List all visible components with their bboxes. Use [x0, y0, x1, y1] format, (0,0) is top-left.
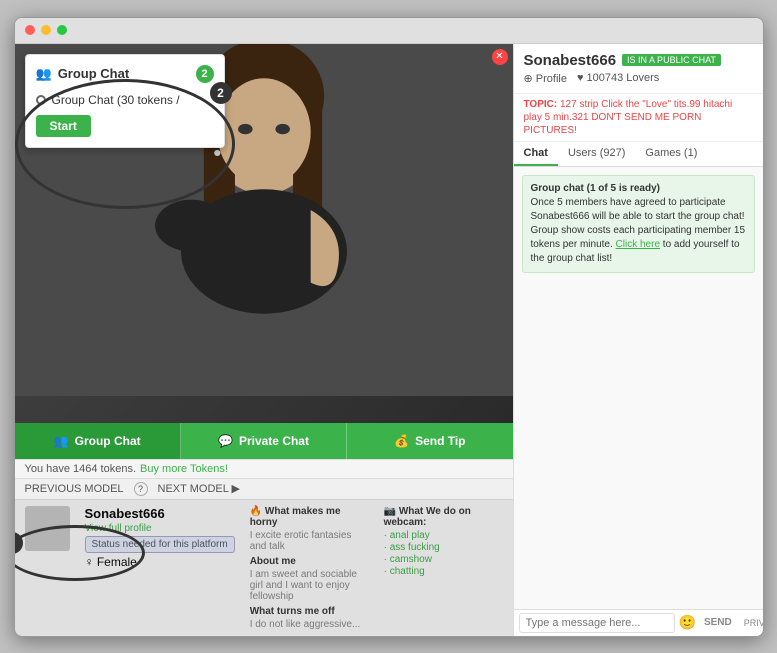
topic-label: TOPIC: — [524, 99, 558, 110]
chat-message: Group chat (1 of 5 is ready) Once 5 memb… — [522, 175, 755, 273]
username-row: Sonabest666 IS IN A PUBLIC CHAT — [524, 52, 721, 69]
public-badge: IS IN A PUBLIC CHAT — [622, 54, 721, 66]
group-chat-btn[interactable]: 👥 Group Chat — [15, 423, 181, 459]
username: Sonabest666 — [524, 52, 617, 69]
about-title: About me — [250, 556, 369, 567]
profile-thumbnail — [25, 506, 70, 551]
title-bar — [15, 18, 763, 44]
webcam-item-1[interactable]: · ass fucking — [384, 542, 503, 553]
group-chat-badge: 2 — [196, 65, 214, 83]
webcam-item-2[interactable]: · camshow — [384, 554, 503, 565]
about-text: I am sweet and sociable girl and I want … — [250, 569, 369, 602]
tab-chat[interactable]: Chat — [514, 142, 558, 166]
turns-off-text: I do not like aggressive... — [250, 619, 369, 630]
group-chat-panel-title: Group Chat — [58, 66, 130, 81]
private-chat-label: Private Chat — [239, 434, 309, 448]
profile-name: Sonabest666 — [85, 506, 235, 521]
group-chat-icon: 👥 — [54, 434, 69, 448]
send-tip-btn[interactable]: 💰 Send Tip — [347, 423, 512, 459]
profile-gender: ♀ Female — [85, 555, 235, 569]
topic-text: TOPIC: 127 strip Click the "Love" tits.9… — [514, 94, 763, 142]
tab-games[interactable]: Games (1) — [635, 142, 707, 166]
webcam-section: 📷 What We do on webcam: · anal play · as… — [384, 506, 503, 630]
next-model-btn[interactable]: NEXT MODEL ▶ — [158, 482, 240, 495]
minimize-window-btn[interactable] — [41, 25, 51, 35]
status-btn[interactable]: Status needed for this platform — [85, 536, 235, 553]
bottom-bar: 👥 Group Chat 💬 Private Chat 💰 Send Tip — [15, 423, 513, 459]
chat-input[interactable] — [519, 613, 675, 633]
group-chat-panel: 👥 Group Chat 2 Group Chat (30 tokens / S… — [25, 54, 225, 148]
group-chat-option-label: Group Chat (30 tokens / — [52, 93, 180, 107]
heart-icon: ♥ — [577, 72, 584, 84]
lovers-count: ♥ 100743 Lovers — [577, 72, 659, 84]
help-icon[interactable]: ? — [134, 482, 148, 496]
start-button[interactable]: Start — [36, 115, 91, 137]
profile-info-row: Sonabest666 View full profile Status nee… — [15, 499, 513, 636]
chat-messages: Group chat (1 of 5 is ready) Once 5 memb… — [514, 167, 763, 609]
radio-btn[interactable] — [36, 95, 46, 105]
horny-text: I excite erotic fantasies and talk — [250, 530, 369, 552]
send-tip-label: Send Tip — [415, 434, 465, 448]
nav-bar: PREVIOUS MODEL ? NEXT MODEL ▶ — [15, 478, 513, 499]
horny-section: 🔥 What makes me horny I excite erotic fa… — [250, 506, 369, 630]
profile-details: Sonabest666 View full profile Status nee… — [85, 506, 235, 630]
click-here-link[interactable]: Click here — [616, 239, 660, 250]
group-icon: 👥 — [36, 66, 52, 82]
close-video-btn[interactable]: ✕ — [492, 49, 508, 65]
tip-icon: 💰 — [394, 434, 409, 448]
maximize-window-btn[interactable] — [57, 25, 67, 35]
previous-model-btn[interactable]: PREVIOUS MODEL — [25, 483, 124, 495]
webcam-item-3[interactable]: · chatting — [384, 566, 503, 577]
token-text: You have 1464 tokens. — [25, 463, 137, 475]
private-message-btn[interactable]: PRIVATE MESSAGE — [740, 616, 763, 630]
group-chat-option: Group Chat (30 tokens / — [36, 93, 214, 107]
right-header: Sonabest666 IS IN A PUBLIC CHAT ⊕ Profil… — [514, 44, 763, 94]
browser-content: ✕ 👥 Group Chat 2 Group Chat (30 tokens /… — [15, 44, 763, 636]
annotation-number-2: 2 — [210, 82, 232, 104]
chat-tabs: Chat Users (927) Games (1) — [514, 142, 763, 167]
send-btn[interactable]: SEND — [700, 615, 736, 630]
horny-title: 🔥 What makes me horny — [250, 506, 369, 528]
token-bar: You have 1464 tokens. Buy more Tokens! — [15, 459, 513, 478]
chat-input-row: 🙂 SEND PRIVATE MESSAGE — [514, 609, 763, 636]
right-panel: Sonabest666 IS IN A PUBLIC CHAT ⊕ Profil… — [513, 44, 763, 636]
turns-off-title: What turns me off — [250, 606, 369, 617]
group-chat-label: Group Chat — [75, 434, 141, 448]
close-window-btn[interactable] — [25, 25, 35, 35]
emoji-icon[interactable]: 🙂 — [679, 614, 696, 631]
view-profile-link[interactable]: View full profile — [85, 523, 235, 534]
private-chat-btn[interactable]: 💬 Private Chat — [181, 423, 347, 459]
buy-tokens-link[interactable]: Buy more Tokens! — [140, 463, 228, 475]
browser-window: ✕ 👥 Group Chat 2 Group Chat (30 tokens /… — [14, 17, 764, 637]
tab-users[interactable]: Users (927) — [558, 142, 635, 166]
group-chat-panel-header: 👥 Group Chat 2 — [36, 65, 214, 83]
webcam-title: 📷 What We do on webcam: — [384, 506, 503, 528]
left-panel: ✕ 👥 Group Chat 2 Group Chat (30 tokens /… — [15, 44, 513, 636]
profile-btn[interactable]: ⊕ Profile — [524, 72, 567, 85]
private-chat-icon: 💬 — [218, 434, 233, 448]
webcam-item-0[interactable]: · anal play — [384, 530, 503, 541]
